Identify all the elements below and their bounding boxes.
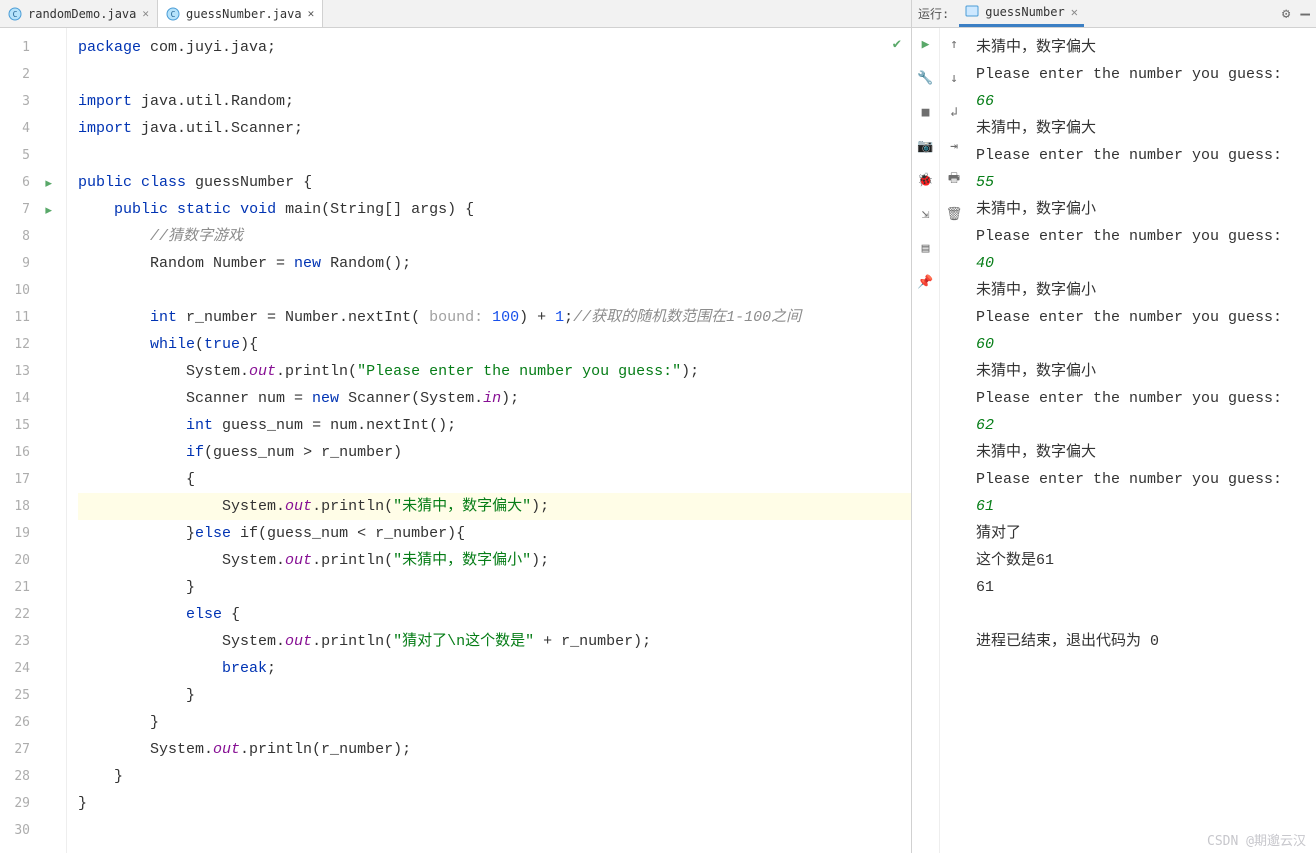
console-line: Please enter the number you guess: [976, 223, 1308, 250]
bug-icon[interactable]: 🐞 [916, 170, 936, 190]
console-line: Please enter the number you guess: [976, 61, 1308, 88]
console-line: Please enter the number you guess: [976, 385, 1308, 412]
svg-text:C: C [171, 10, 176, 19]
console-line: 55 [976, 169, 1308, 196]
console-line: 61 [976, 574, 1308, 601]
down-icon[interactable]: ↓ [944, 68, 964, 88]
console-line: 未猜中，数字偏大 [976, 115, 1308, 142]
close-icon[interactable]: ✕ [142, 7, 149, 20]
run-tab-label: guessNumber [985, 5, 1064, 19]
console-line: Please enter the number you guess: [976, 304, 1308, 331]
svg-text:C: C [13, 10, 18, 19]
exit-icon[interactable]: ⇲ [916, 204, 936, 224]
close-icon[interactable]: ✕ [1071, 5, 1078, 19]
scroll-icon[interactable]: ⇥ [944, 136, 964, 156]
java-file-icon: C [8, 7, 22, 21]
print-icon[interactable]: 🖶 [944, 170, 964, 190]
fold-column [60, 28, 74, 853]
run-panel: 运行: guessNumber ✕ ⚙ — ▶ 🔧 ■ 📷 🐞 ⇲ ▤ 📌 ↑ … [912, 0, 1316, 853]
console-line: 未猜中，数字偏小 [976, 196, 1308, 223]
editor-pane: C randomDemo.java ✕ C guessNumber.java ✕… [0, 0, 912, 853]
run-tools-left: ▶ 🔧 ■ 📷 🐞 ⇲ ▤ 📌 [912, 28, 940, 853]
console-line: 40 [976, 250, 1308, 277]
watermark: CSDN @期邈云汉 [1207, 830, 1306, 849]
camera-icon[interactable]: 📷 [916, 136, 936, 156]
java-file-icon: C [166, 7, 180, 21]
line-gutter: 123456▶7▶8910111213141516171819202122232… [0, 28, 60, 853]
console-line: 62 [976, 412, 1308, 439]
editor-body: ✔ 123456▶7▶89101112131415161718192021222… [0, 28, 911, 853]
console-line: 未猜中，数字偏小 [976, 358, 1308, 385]
console-line: 未猜中，数字偏小 [976, 277, 1308, 304]
run-tab[interactable]: guessNumber ✕ [959, 0, 1084, 27]
console-line [976, 601, 1308, 628]
trash-icon[interactable]: 🗑 [944, 204, 964, 224]
console-line: 进程已结束，退出代码为 0 [976, 628, 1308, 655]
console-line: 这个数是61 [976, 547, 1308, 574]
console-line: 66 [976, 88, 1308, 115]
layout-icon[interactable]: ▤ [916, 238, 936, 258]
run-body: ▶ 🔧 ■ 📷 🐞 ⇲ ▤ 📌 ↑ ↓ ↲ ⇥ 🖶 🗑 未猜中，数字偏大Plea… [912, 28, 1316, 853]
run-header: 运行: guessNumber ✕ ⚙ — [912, 0, 1316, 28]
console-line: 60 [976, 331, 1308, 358]
tab-guessnumber[interactable]: C guessNumber.java ✕ [158, 0, 323, 27]
tab-randomdemo[interactable]: C randomDemo.java ✕ [0, 0, 158, 27]
console-line: Please enter the number you guess: [976, 466, 1308, 493]
editor-tabs: C randomDemo.java ✕ C guessNumber.java ✕ [0, 0, 911, 28]
console-line: 未猜中，数字偏大 [976, 439, 1308, 466]
tab-label: randomDemo.java [28, 7, 136, 21]
console-line: Please enter the number you guess: [976, 142, 1308, 169]
run-label: 运行: [918, 5, 949, 22]
tab-label: guessNumber.java [186, 7, 302, 21]
run-gutter-icon[interactable]: ▶ [45, 196, 52, 223]
stop-icon[interactable]: ■ [916, 102, 936, 122]
run-tools-right: ↑ ↓ ↲ ⇥ 🖶 🗑 [940, 28, 968, 853]
console-line: 猜对了 [976, 520, 1308, 547]
pin-icon[interactable]: 📌 [916, 272, 936, 292]
close-icon[interactable]: ✕ [308, 7, 315, 20]
hide-icon[interactable]: — [1300, 4, 1310, 23]
console-line: 未猜中，数字偏大 [976, 34, 1308, 61]
softwrap-icon[interactable]: ↲ [944, 102, 964, 122]
gear-icon[interactable]: ⚙ [1282, 6, 1290, 22]
wrench-icon[interactable]: 🔧 [916, 68, 936, 88]
rerun-icon[interactable]: ▶ [916, 34, 936, 54]
up-icon[interactable]: ↑ [944, 34, 964, 54]
run-config-icon [965, 4, 979, 21]
code-area[interactable]: package com.juyi.java;import java.util.R… [74, 28, 911, 853]
console-output[interactable]: 未猜中，数字偏大Please enter the number you gues… [968, 28, 1316, 853]
console-line: 61 [976, 493, 1308, 520]
run-gutter-icon[interactable]: ▶ [45, 169, 52, 196]
